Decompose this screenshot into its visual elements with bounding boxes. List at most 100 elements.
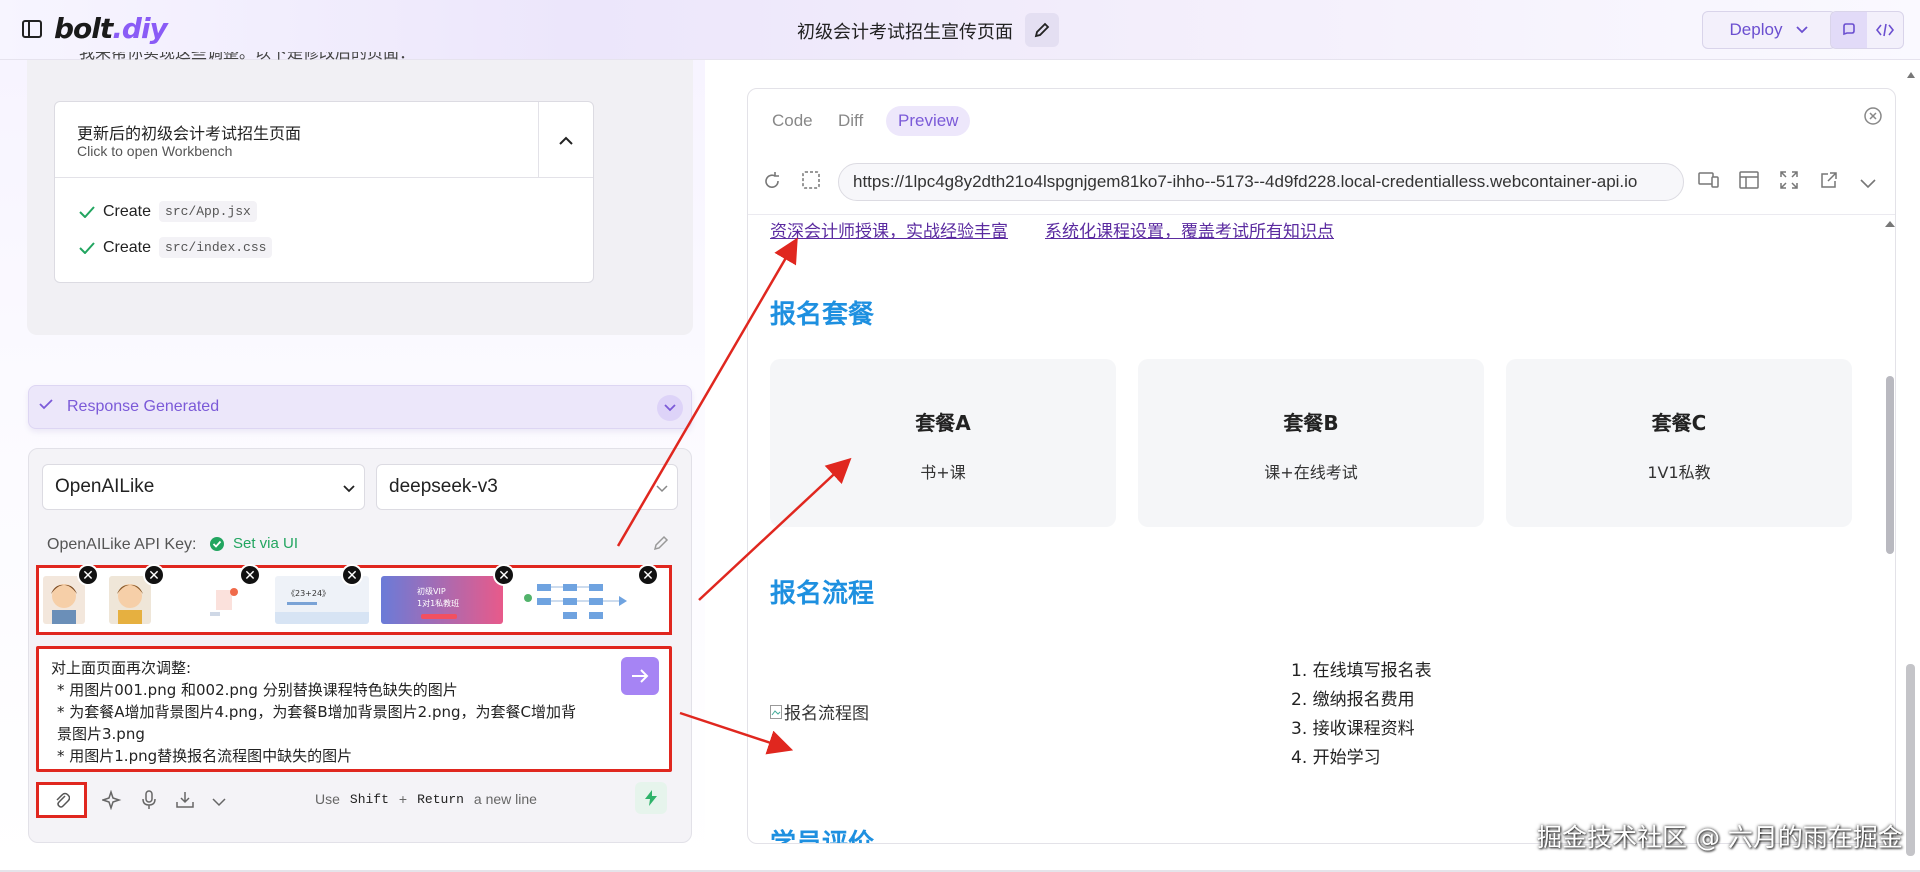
chevron-down-icon	[656, 485, 668, 493]
paperclip-icon	[55, 792, 70, 808]
attached-image-1	[204, 576, 244, 624]
prompt-line: * 为套餐A增加背景图片4.png，为套餐B增加背景图片2.png，为套餐C增加…	[57, 703, 577, 721]
package-desc: 书+课	[920, 463, 966, 482]
chevron-down-icon[interactable]	[1860, 176, 1876, 194]
artifact-title: 更新后的初级会计考试招生页面	[77, 124, 302, 143]
close-workbench-icon[interactable]	[1863, 106, 1883, 131]
process-step: 1. 在线填写报名表	[1291, 661, 1432, 681]
hint-text: a new line	[473, 791, 537, 807]
pencil-icon	[653, 535, 669, 551]
logo[interactable]: bolt.diy	[54, 12, 168, 45]
process-heading: 报名流程	[770, 579, 875, 609]
chat-icon	[1843, 23, 1855, 36]
attach-file-button[interactable]	[36, 782, 87, 818]
prompt-line: * 用图片001.png 和002.png 分别替换课程特色缺失的图片	[57, 681, 458, 699]
microphone-icon[interactable]	[141, 790, 157, 815]
tab-diff[interactable]: Diff	[826, 106, 875, 136]
poster-text: 初级VIP	[417, 586, 446, 596]
process-step: 2. 缴纳报名费用	[1291, 690, 1415, 710]
lightning-button[interactable]	[635, 782, 667, 814]
artifact-action-row: Create src/App.jsx	[79, 201, 257, 222]
arrow-right-icon	[632, 669, 649, 683]
package-name: 套餐C	[1651, 411, 1707, 435]
feature-link[interactable]: 资深会计师授课，实战经验丰富	[770, 217, 1008, 242]
preview-scroll-thumb[interactable]	[1886, 376, 1894, 554]
page-scroll-thumb[interactable]	[1906, 664, 1915, 856]
check-icon	[79, 205, 95, 218]
package-desc: 课+在线考试	[1264, 463, 1358, 482]
preview-url-field[interactable]: https://1lpc4g8y2dth21o4lspgnjgem81ko7-i…	[838, 163, 1684, 201]
package-card: 套餐B 课+在线考试	[1138, 359, 1484, 527]
enhance-prompt-icon[interactable]	[100, 789, 122, 815]
open-external-icon[interactable]	[1820, 171, 1838, 194]
remove-image-button[interactable]: ✕	[143, 564, 165, 586]
remove-image-button[interactable]: ✕	[493, 564, 515, 586]
fullscreen-icon[interactable]	[1780, 171, 1798, 194]
package-name: 套餐B	[1283, 411, 1339, 435]
sidebar-toggle-icon[interactable]	[22, 20, 42, 38]
chat-toggle-button[interactable]	[1831, 12, 1867, 48]
model-select[interactable]: deepseek-v3	[376, 464, 678, 510]
prompt-line: * 用图片1.png替换报名流程图中缺失的图片	[57, 747, 353, 765]
attached-image-3: 初级VIP 1对1私教班	[381, 576, 503, 624]
preview-scrollbar[interactable]	[1883, 216, 1896, 843]
pencil-icon	[1034, 22, 1050, 38]
tab-code[interactable]: Code	[760, 106, 825, 136]
reload-icon[interactable]	[762, 171, 782, 196]
chevron-down-icon	[343, 485, 355, 493]
poster-text: 1对1私教班	[417, 598, 459, 608]
edit-api-key-button[interactable]	[653, 535, 669, 556]
artifact-collapse-button[interactable]	[538, 102, 593, 178]
scroll-up-icon[interactable]	[1883, 219, 1896, 229]
prompt-input-card: OpenAILike deepseek-v3 OpenAILike API Ke…	[28, 448, 692, 843]
tab-preview[interactable]: Preview	[886, 106, 971, 136]
process-image-broken: 报名流程图	[770, 699, 869, 724]
preview-address-bar: https://1lpc4g8y2dth21o4lspgnjgem81ko7-i…	[748, 149, 1895, 215]
remove-image-button[interactable]: ✕	[77, 564, 99, 586]
poster-text: 《23+24》	[287, 589, 330, 598]
artifact-header[interactable]: 更新后的初级会计考试招生页面 Click to open Workbench	[55, 102, 593, 178]
deploy-label: Deploy	[1729, 20, 1783, 39]
prompt-textarea[interactable]: 对上面页面再次调整: * 用图片001.png 和002.png 分别替换课程特…	[36, 646, 672, 772]
response-label: Response Generated	[67, 398, 220, 415]
action-file: src/App.jsx	[159, 201, 257, 222]
app-header: bolt.diy 初级会计考试招生宣传页面 Deploy	[0, 0, 1920, 60]
remove-image-button[interactable]: ✕	[637, 564, 659, 586]
provider-select[interactable]: OpenAILike	[42, 464, 365, 510]
action-verb: Create	[103, 202, 152, 220]
send-button[interactable]	[621, 657, 659, 695]
hint-text: Use	[315, 791, 340, 807]
workbench-tabs: Code Diff Preview	[748, 89, 1895, 149]
edit-title-button[interactable]	[1025, 13, 1059, 47]
action-file: src/index.css	[159, 237, 273, 258]
check-icon	[39, 399, 53, 410]
remove-image-button[interactable]: ✕	[239, 564, 261, 586]
layout-icon[interactable]	[1739, 171, 1759, 194]
remove-image-button[interactable]: ✕	[341, 564, 363, 586]
scroll-up-icon[interactable]	[1906, 66, 1916, 84]
broken-image-icon	[770, 704, 782, 719]
api-key-label: OpenAILike API Key:	[47, 536, 197, 553]
preview-frame: 资深会计师授课，实战经验丰富 系统化课程设置，覆盖考试所有知识点 报名套餐 套餐…	[748, 216, 1896, 843]
hint-plus: +	[398, 791, 408, 807]
device-mode-icon[interactable]	[1698, 171, 1720, 194]
code-icon	[1876, 23, 1894, 37]
process-step: 4. 开始学习	[1291, 748, 1381, 768]
workbench-toggle-button[interactable]	[1867, 12, 1903, 48]
download-icon[interactable]	[175, 790, 195, 815]
response-generated-bar[interactable]: Response Generated	[28, 385, 692, 429]
process-image-alt: 报名流程图	[784, 704, 869, 724]
element-picker-icon[interactable]	[802, 171, 820, 194]
action-verb: Create	[103, 238, 152, 256]
chevron-down-icon[interactable]	[657, 395, 683, 421]
deploy-button[interactable]: Deploy	[1702, 11, 1836, 49]
watermark-text: 掘金技术社区 @ 六月的雨在掘金	[1537, 823, 1903, 852]
chevron-down-icon	[1796, 26, 1809, 34]
keyboard-hint: Use Shift + Return a new line	[315, 791, 537, 807]
prompt-line: 景图片3.png	[57, 725, 145, 743]
package-desc: 1V1私教	[1647, 463, 1711, 482]
chevron-up-icon	[559, 136, 573, 145]
feature-link[interactable]: 系统化课程设置，覆盖考试所有知识点	[1045, 217, 1334, 242]
artifact-card[interactable]: 更新后的初级会计考试招生页面 Click to open Workbench C…	[54, 101, 594, 283]
chevron-down-icon[interactable]	[212, 794, 226, 812]
